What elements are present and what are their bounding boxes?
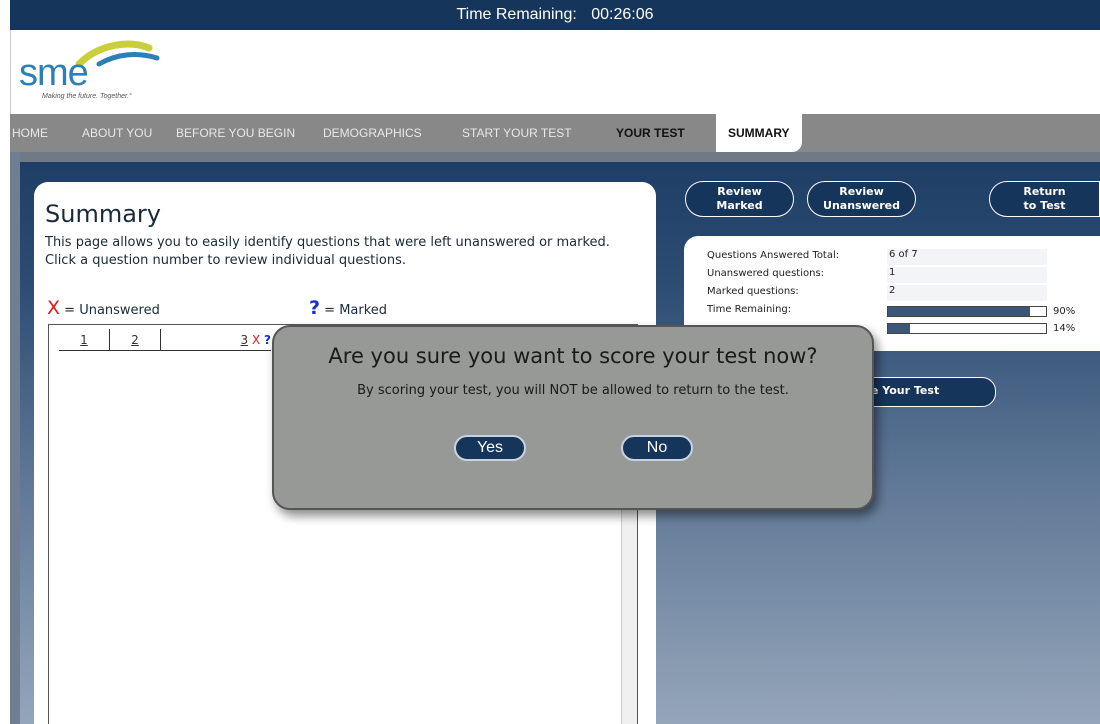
nav-demographics[interactable]: DEMOGRAPHICS	[323, 114, 422, 152]
return-to-test-button[interactable]: Return to Test	[989, 181, 1100, 217]
time-remaining-bar	[887, 306, 1047, 317]
time-remaining-percent: 90%	[1053, 306, 1076, 317]
marked-value: 2	[887, 285, 1047, 301]
legend-unanswered-label: = Unanswered	[64, 303, 160, 318]
unanswered-value: 1	[887, 267, 1047, 283]
time-remaining-label: Time Remaining:	[456, 6, 577, 23]
review-marked-line2: Marked	[716, 199, 763, 212]
answered-value: 6 of 7	[887, 249, 1047, 265]
main-top-strip	[10, 152, 1100, 162]
nav-summary[interactable]: SUMMARY	[716, 114, 802, 152]
sme-logo: sme Making the future. Together.°	[19, 38, 169, 108]
question-cell[interactable]: 1	[59, 333, 109, 351]
legend-marked-label: = Marked	[324, 303, 388, 318]
nav-about-you[interactable]: ABOUT YOU	[82, 114, 152, 152]
dialog-title: Are you sure you want to score your test…	[328, 344, 818, 368]
marked-question-icon: ?	[264, 333, 271, 347]
review-unanswered-button[interactable]: Review Unanswered	[807, 181, 916, 217]
nav-start-your-test[interactable]: START YOUR TEST	[462, 114, 572, 152]
nav-your-test[interactable]: YOUR TEST	[616, 114, 685, 152]
question-cell[interactable]: 2	[110, 333, 160, 351]
legend-marked: ? = Marked	[309, 297, 387, 319]
logo-wordmark: sme	[19, 52, 89, 94]
unanswered-x-icon: X	[47, 297, 61, 319]
unanswered-label: Unanswered questions:	[707, 268, 825, 279]
time-remaining-bar-fill	[888, 307, 1031, 316]
page-title: Summary	[45, 200, 161, 228]
review-unanswered-line1: Review	[839, 185, 884, 198]
nav-before-you-begin[interactable]: BEFORE YOU BEGIN	[176, 114, 295, 152]
no-button[interactable]: No	[621, 435, 693, 461]
main-nav: HOME ABOUT YOU BEFORE YOU BEGIN DEMOGRAP…	[10, 114, 1100, 152]
header: sme Making the future. Together.°	[10, 30, 1100, 114]
legend-unanswered: X = Unanswered	[47, 297, 160, 319]
progress-bar-fill	[888, 324, 911, 333]
timer-bar: Time Remaining: 00:26:06	[10, 0, 1100, 30]
progress-percent: 14%	[1053, 323, 1076, 334]
review-unanswered-line2: Unanswered	[823, 199, 900, 212]
dialog-message: By scoring your test, you will NOT be al…	[357, 383, 789, 398]
nav-home[interactable]: HOME	[12, 114, 48, 152]
review-marked-line1: Review	[717, 185, 762, 198]
marked-label: Marked questions:	[707, 286, 799, 297]
return-to-test-line1: Return	[1023, 185, 1066, 198]
unanswered-x-icon: X	[251, 333, 261, 347]
answered-label: Questions Answered Total:	[707, 250, 840, 261]
marked-question-icon: ?	[309, 297, 321, 319]
yes-button[interactable]: Yes	[454, 435, 526, 461]
question-number-link[interactable]: 2	[131, 333, 139, 347]
summary-description: This page allows you to easily identify …	[45, 235, 610, 268]
logo-tagline: Making the future. Together.°	[42, 93, 132, 100]
time-remaining-value: 00:26:06	[591, 6, 654, 23]
question-number-link[interactable]: 3	[241, 333, 249, 347]
question-number-link[interactable]: 1	[80, 333, 88, 347]
confirm-score-dialog: Are you sure you want to score your test…	[272, 325, 874, 510]
progress-bar	[887, 323, 1047, 334]
review-marked-button[interactable]: Review Marked	[685, 181, 794, 217]
question-cell[interactable]: 3 X ?	[161, 333, 271, 351]
main-left-edge	[10, 152, 20, 724]
return-to-test-line2: to Test	[1023, 199, 1066, 212]
time-remaining-stat-label: Time Remaining:	[707, 304, 792, 315]
